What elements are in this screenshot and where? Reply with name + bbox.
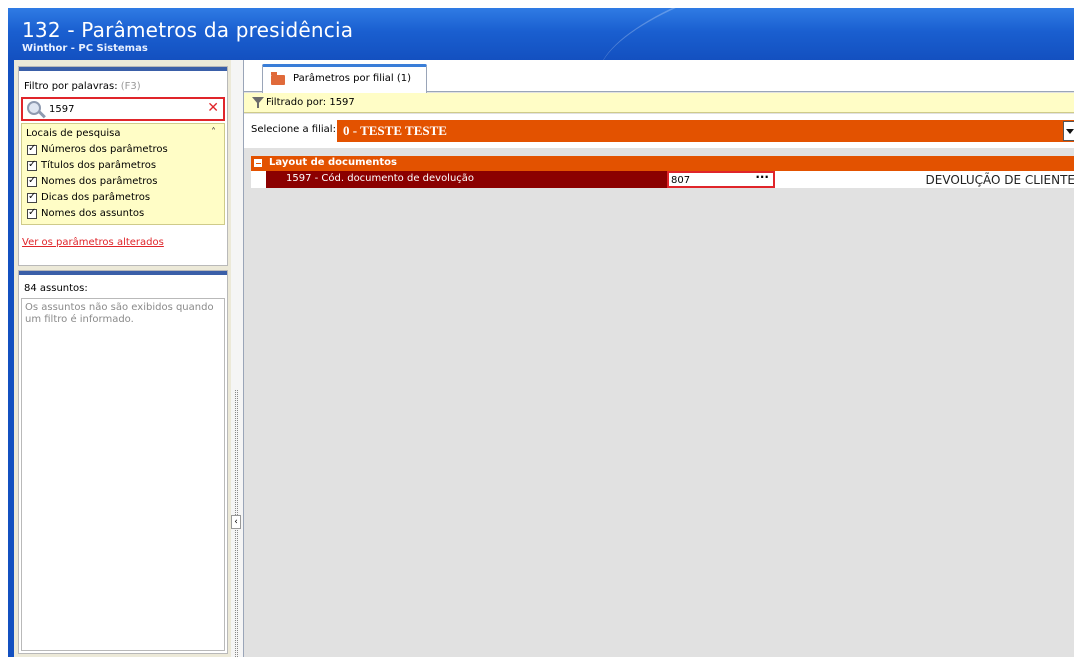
filter-panel: Filtro por palavras: (F3) ✕ Locais de pe… bbox=[18, 66, 228, 266]
panel-header-bar bbox=[19, 67, 227, 71]
checkbox-subject-names[interactable]: Nomes dos assuntos bbox=[27, 207, 145, 219]
chevron-down-icon[interactable] bbox=[1063, 121, 1074, 141]
subjects-count-label: 84 assuntos: bbox=[24, 283, 88, 294]
funnel-icon bbox=[252, 97, 264, 108]
panel-header-bar bbox=[19, 271, 227, 275]
parameter-name: 1597 - Cód. documento de devolução bbox=[286, 173, 475, 184]
collapse-left-icon[interactable]: ‹ bbox=[231, 515, 241, 529]
checkbox-icon[interactable] bbox=[27, 159, 37, 171]
checkbox-label: Nomes dos parâmetros bbox=[41, 176, 158, 187]
checkbox-parameter-names[interactable]: Nomes dos parâmetros bbox=[27, 175, 158, 187]
parameters-grid: Layout de documentos 1597 - Cód. documen… bbox=[251, 156, 1074, 188]
window-title: 132 - Parâmetros da presidência bbox=[22, 18, 354, 42]
group-label: Layout de documentos bbox=[269, 157, 398, 168]
checkbox-parameter-hints[interactable]: Dicas dos parâmetros bbox=[27, 191, 151, 203]
altered-parameters-link[interactable]: Ver os parâmetros alterados bbox=[22, 237, 164, 248]
filter-shortcut-hint: (F3) bbox=[120, 81, 141, 92]
search-field[interactable]: ✕ bbox=[21, 97, 225, 121]
close-icon[interactable]: ✕ bbox=[207, 99, 219, 117]
window-subtitle: Winthor - PC Sistemas bbox=[22, 43, 148, 54]
checkbox-parameter-titles[interactable]: Títulos dos parâmetros bbox=[27, 159, 157, 171]
title-bar: 132 - Parâmetros da presidência Winthor … bbox=[8, 8, 1074, 60]
parameter-name-cell: 1597 - Cód. documento de devolução bbox=[266, 171, 668, 188]
search-locations-panel: Locais de pesquisa ˄ Números dos parâmet… bbox=[21, 123, 225, 225]
subjects-panel: 84 assuntos: Os assuntos não são exibido… bbox=[18, 270, 228, 654]
subjects-empty-message: Os assuntos não são exibidos quando um f… bbox=[25, 302, 214, 325]
filter-label: Filtro por palavras: (F3) bbox=[24, 81, 141, 92]
checkbox-label: Dicas dos parâmetros bbox=[41, 192, 151, 203]
title-decoration bbox=[584, 8, 1024, 60]
parameter-value-cell[interactable]: ··· bbox=[667, 170, 775, 188]
tab-parameters-by-branch[interactable]: Parâmetros por filial (1) bbox=[262, 64, 427, 93]
checkbox-icon[interactable] bbox=[27, 175, 37, 187]
checkbox-icon[interactable] bbox=[27, 143, 37, 155]
checkbox-label: Nomes dos assuntos bbox=[41, 208, 145, 219]
search-locations-title: Locais de pesquisa bbox=[26, 128, 121, 139]
parameter-value-input[interactable] bbox=[671, 174, 741, 186]
checkbox-label: Números dos parâmetros bbox=[41, 144, 168, 155]
tab-strip: Parâmetros por filial (1) bbox=[244, 60, 1074, 93]
branch-selector-row: Selecione a filial: 0 - TESTE TESTE bbox=[244, 114, 1074, 148]
branch-selected-value: 0 - TESTE TESTE bbox=[343, 123, 447, 138]
branch-label: Selecione a filial: bbox=[251, 124, 336, 135]
filter-status-bar: Filtrado por: 1597 bbox=[244, 93, 1074, 113]
checkbox-label: Títulos dos parâmetros bbox=[41, 160, 157, 171]
filter-status-text: Filtrado por: 1597 bbox=[266, 97, 355, 108]
checkbox-icon[interactable] bbox=[27, 191, 37, 203]
group-row[interactable]: Layout de documentos bbox=[251, 156, 1074, 171]
filter-label-text: Filtro por palavras: bbox=[24, 81, 118, 92]
folder-icon bbox=[271, 72, 285, 85]
left-panel: Filtro por palavras: (F3) ✕ Locais de pe… bbox=[14, 60, 235, 657]
tab-label: Parâmetros por filial (1) bbox=[293, 73, 412, 84]
branch-select[interactable]: 0 - TESTE TESTE bbox=[337, 120, 1074, 142]
search-input[interactable] bbox=[49, 102, 199, 116]
chevron-double-up-icon[interactable]: ˄ bbox=[211, 127, 216, 138]
search-icon bbox=[27, 101, 41, 115]
checkbox-parameter-numbers[interactable]: Números dos parâmetros bbox=[27, 143, 168, 155]
right-panel: Parâmetros por filial (1) Filtrado por: … bbox=[243, 60, 1074, 657]
lookup-button[interactable]: ··· bbox=[755, 170, 769, 184]
panel-splitter[interactable]: ‹ bbox=[231, 60, 243, 657]
parameter-row[interactable]: 1597 - Cód. documento de devolução ··· D… bbox=[251, 170, 1074, 188]
parameter-value-description: DEVOLUÇÃO DE CLIENTE bbox=[925, 173, 1074, 187]
checkbox-icon[interactable] bbox=[27, 207, 37, 219]
collapse-group-icon[interactable] bbox=[253, 158, 263, 168]
subjects-list[interactable]: Os assuntos não são exibidos quando um f… bbox=[21, 298, 225, 651]
